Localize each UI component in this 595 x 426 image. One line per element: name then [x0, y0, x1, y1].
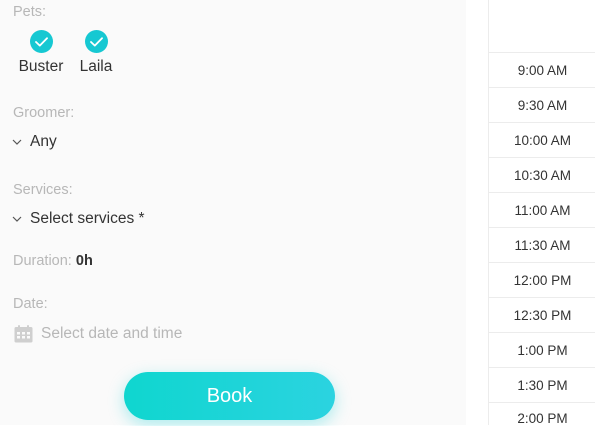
duration-value: 0h	[75, 253, 93, 269]
time-slot[interactable]: 10:30 AM	[489, 157, 595, 192]
pet-option-buster[interactable]: Buster	[11, 30, 71, 76]
time-slot-list: 9:00 AM 9:30 AM 10:00 AM 10:30 AM 11:00 …	[488, 0, 595, 426]
calendar-icon	[14, 325, 33, 343]
services-dropdown[interactable]: Select services *	[12, 208, 145, 230]
check-icon	[84, 30, 108, 53]
services-value: Select services *	[30, 210, 145, 227]
duration-label: Duration:	[13, 253, 72, 269]
check-icon	[29, 30, 53, 53]
pet-option-laila[interactable]: Laila	[66, 30, 126, 76]
booking-form: Pets: Buster Laila Groomer: Any Services…	[0, 0, 466, 425]
date-time-picker[interactable]: Select date and time	[14, 325, 182, 343]
time-slot[interactable]: 10:00 AM	[489, 122, 595, 157]
book-button[interactable]: Book	[124, 372, 335, 420]
pet-name: Laila	[79, 58, 113, 75]
date-label: Date:	[13, 296, 48, 312]
time-slot[interactable]: 2:00 PM	[489, 402, 595, 426]
services-label: Services:	[13, 182, 73, 198]
time-slot[interactable]: 12:30 PM	[489, 297, 595, 332]
pets-label: Pets:	[13, 4, 47, 20]
time-slot[interactable]: 11:00 AM	[489, 192, 595, 227]
time-slot[interactable]: 12:00 PM	[489, 262, 595, 297]
pet-name: Buster	[18, 58, 64, 75]
groomer-label: Groomer:	[13, 105, 75, 121]
time-slot[interactable]: 9:30 AM	[489, 87, 595, 122]
time-slot[interactable]: 1:00 PM	[489, 332, 595, 367]
groomer-value: Any	[30, 133, 57, 150]
time-slot[interactable]: 11:30 AM	[489, 227, 595, 262]
groomer-dropdown[interactable]: Any	[12, 131, 57, 153]
duration-row: Duration: 0h	[13, 253, 93, 269]
time-slot[interactable]: 9:00 AM	[489, 52, 595, 87]
date-placeholder: Select date and time	[41, 325, 183, 342]
chevron-down-icon	[12, 139, 22, 145]
time-slot[interactable]: 1:30 PM	[489, 367, 595, 402]
chevron-down-icon	[12, 216, 22, 222]
